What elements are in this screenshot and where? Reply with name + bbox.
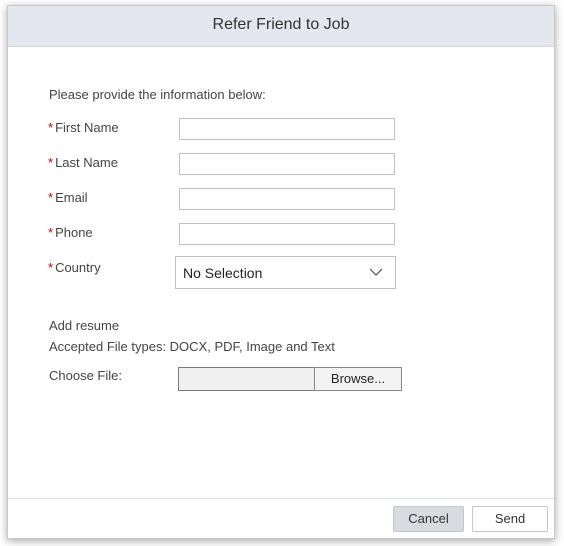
phone-label: * Phone (48, 225, 93, 240)
accepted-file-types: Accepted File types: DOCX, PDF, Image an… (49, 339, 335, 354)
last-name-label-text: Last Name (55, 155, 118, 170)
first-name-input[interactable] (179, 118, 395, 140)
country-label-text: Country (55, 260, 101, 275)
chevron-down-icon (369, 268, 383, 276)
first-name-label-text: First Name (55, 120, 119, 135)
form-intro: Please provide the information below: (49, 87, 266, 102)
cancel-button[interactable]: Cancel (393, 506, 464, 532)
country-selected-value: No Selection (183, 265, 263, 281)
browse-button[interactable]: Browse... (314, 367, 402, 391)
country-select[interactable]: No Selection (175, 256, 396, 289)
required-marker: * (48, 120, 54, 135)
dialog-footer: Cancel Send (8, 498, 554, 538)
add-resume-title: Add resume (49, 318, 120, 333)
country-label: * Country (48, 260, 101, 275)
send-button[interactable]: Send (472, 506, 548, 532)
email-input[interactable] (179, 188, 395, 210)
last-name-label: * Last Name (48, 155, 118, 170)
last-name-input[interactable] (179, 153, 395, 175)
first-name-label: * First Name (48, 120, 119, 135)
required-marker: * (48, 155, 54, 170)
required-marker: * (48, 225, 54, 240)
required-marker: * (48, 190, 54, 205)
file-path-field[interactable] (178, 367, 315, 391)
phone-label-text: Phone (55, 225, 93, 240)
refer-friend-dialog: Refer Friend to Job Please provide the i… (7, 5, 555, 539)
required-marker: * (48, 260, 54, 275)
email-label: * Email (48, 190, 88, 205)
dialog-title: Refer Friend to Job (212, 16, 350, 33)
phone-input[interactable] (179, 223, 395, 245)
dialog-header: Refer Friend to Job (8, 6, 554, 47)
email-label-text: Email (55, 190, 88, 205)
choose-file-label: Choose File: (49, 368, 122, 383)
